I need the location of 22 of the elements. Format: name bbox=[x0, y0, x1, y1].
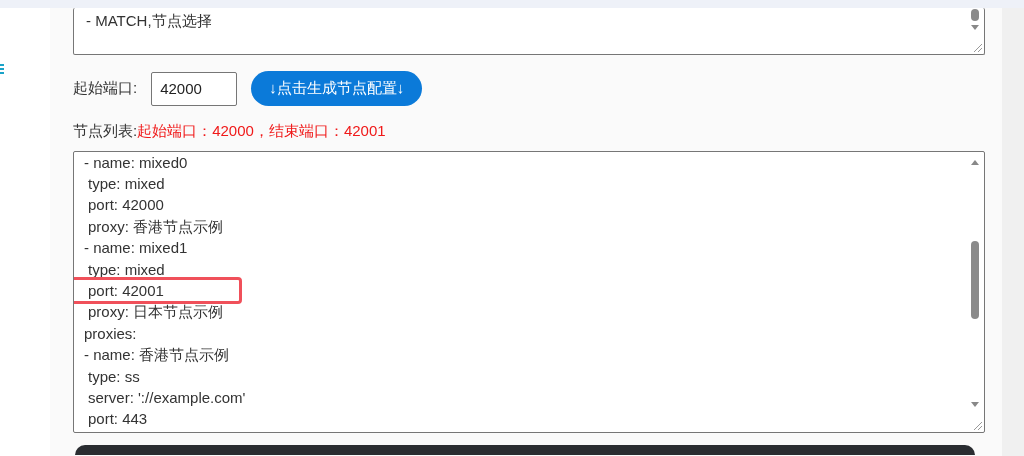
config-textarea[interactable]: - name: mixed0 type: mixed port: 42000 proxy: 香港节点示例 - name: mixed1 type: mixed port: 42001 proxy: 日本节点示例 proxies: - name: 香港节点示例 type: ss server: '://example.com' port: 443 bbox=[73, 150, 985, 433]
generate-config-button[interactable]: ↓点击生成节点配置↓ bbox=[251, 71, 423, 106]
config-line: type: ss bbox=[87, 366, 140, 387]
config-line: - MATCH,节点选择 bbox=[86, 11, 212, 31]
config-line: type: mixed bbox=[87, 259, 165, 280]
node-list-label: 节点列表: bbox=[73, 122, 138, 139]
start-port-label: 起始端口: bbox=[73, 78, 138, 99]
config-line: - name: 香港节点示例 bbox=[83, 345, 230, 366]
start-port-input[interactable]: 42000 bbox=[151, 71, 238, 106]
config-line: - name: mixed0 bbox=[83, 152, 188, 173]
config-line: proxies: bbox=[83, 323, 137, 344]
config-line: port: 443 bbox=[87, 409, 148, 430]
config-line: proxy: 日本节点示例 bbox=[87, 302, 223, 323]
config-line: - name: mixed1 bbox=[83, 238, 188, 259]
menu-icon[interactable] bbox=[0, 64, 4, 74]
config-line: type: mixed bbox=[87, 173, 165, 194]
config-line: port: 42000 bbox=[87, 195, 164, 216]
config-line: port: 42001 bbox=[74, 279, 239, 302]
rules-textarea[interactable]: - MATCH,节点选择 bbox=[73, 8, 985, 55]
port-range-text: 起始端口：42000，结束端口：42001 bbox=[137, 122, 386, 139]
config-line: proxy: 香港节点示例 bbox=[87, 216, 223, 237]
config-line: server: '://example.com' bbox=[87, 387, 246, 408]
